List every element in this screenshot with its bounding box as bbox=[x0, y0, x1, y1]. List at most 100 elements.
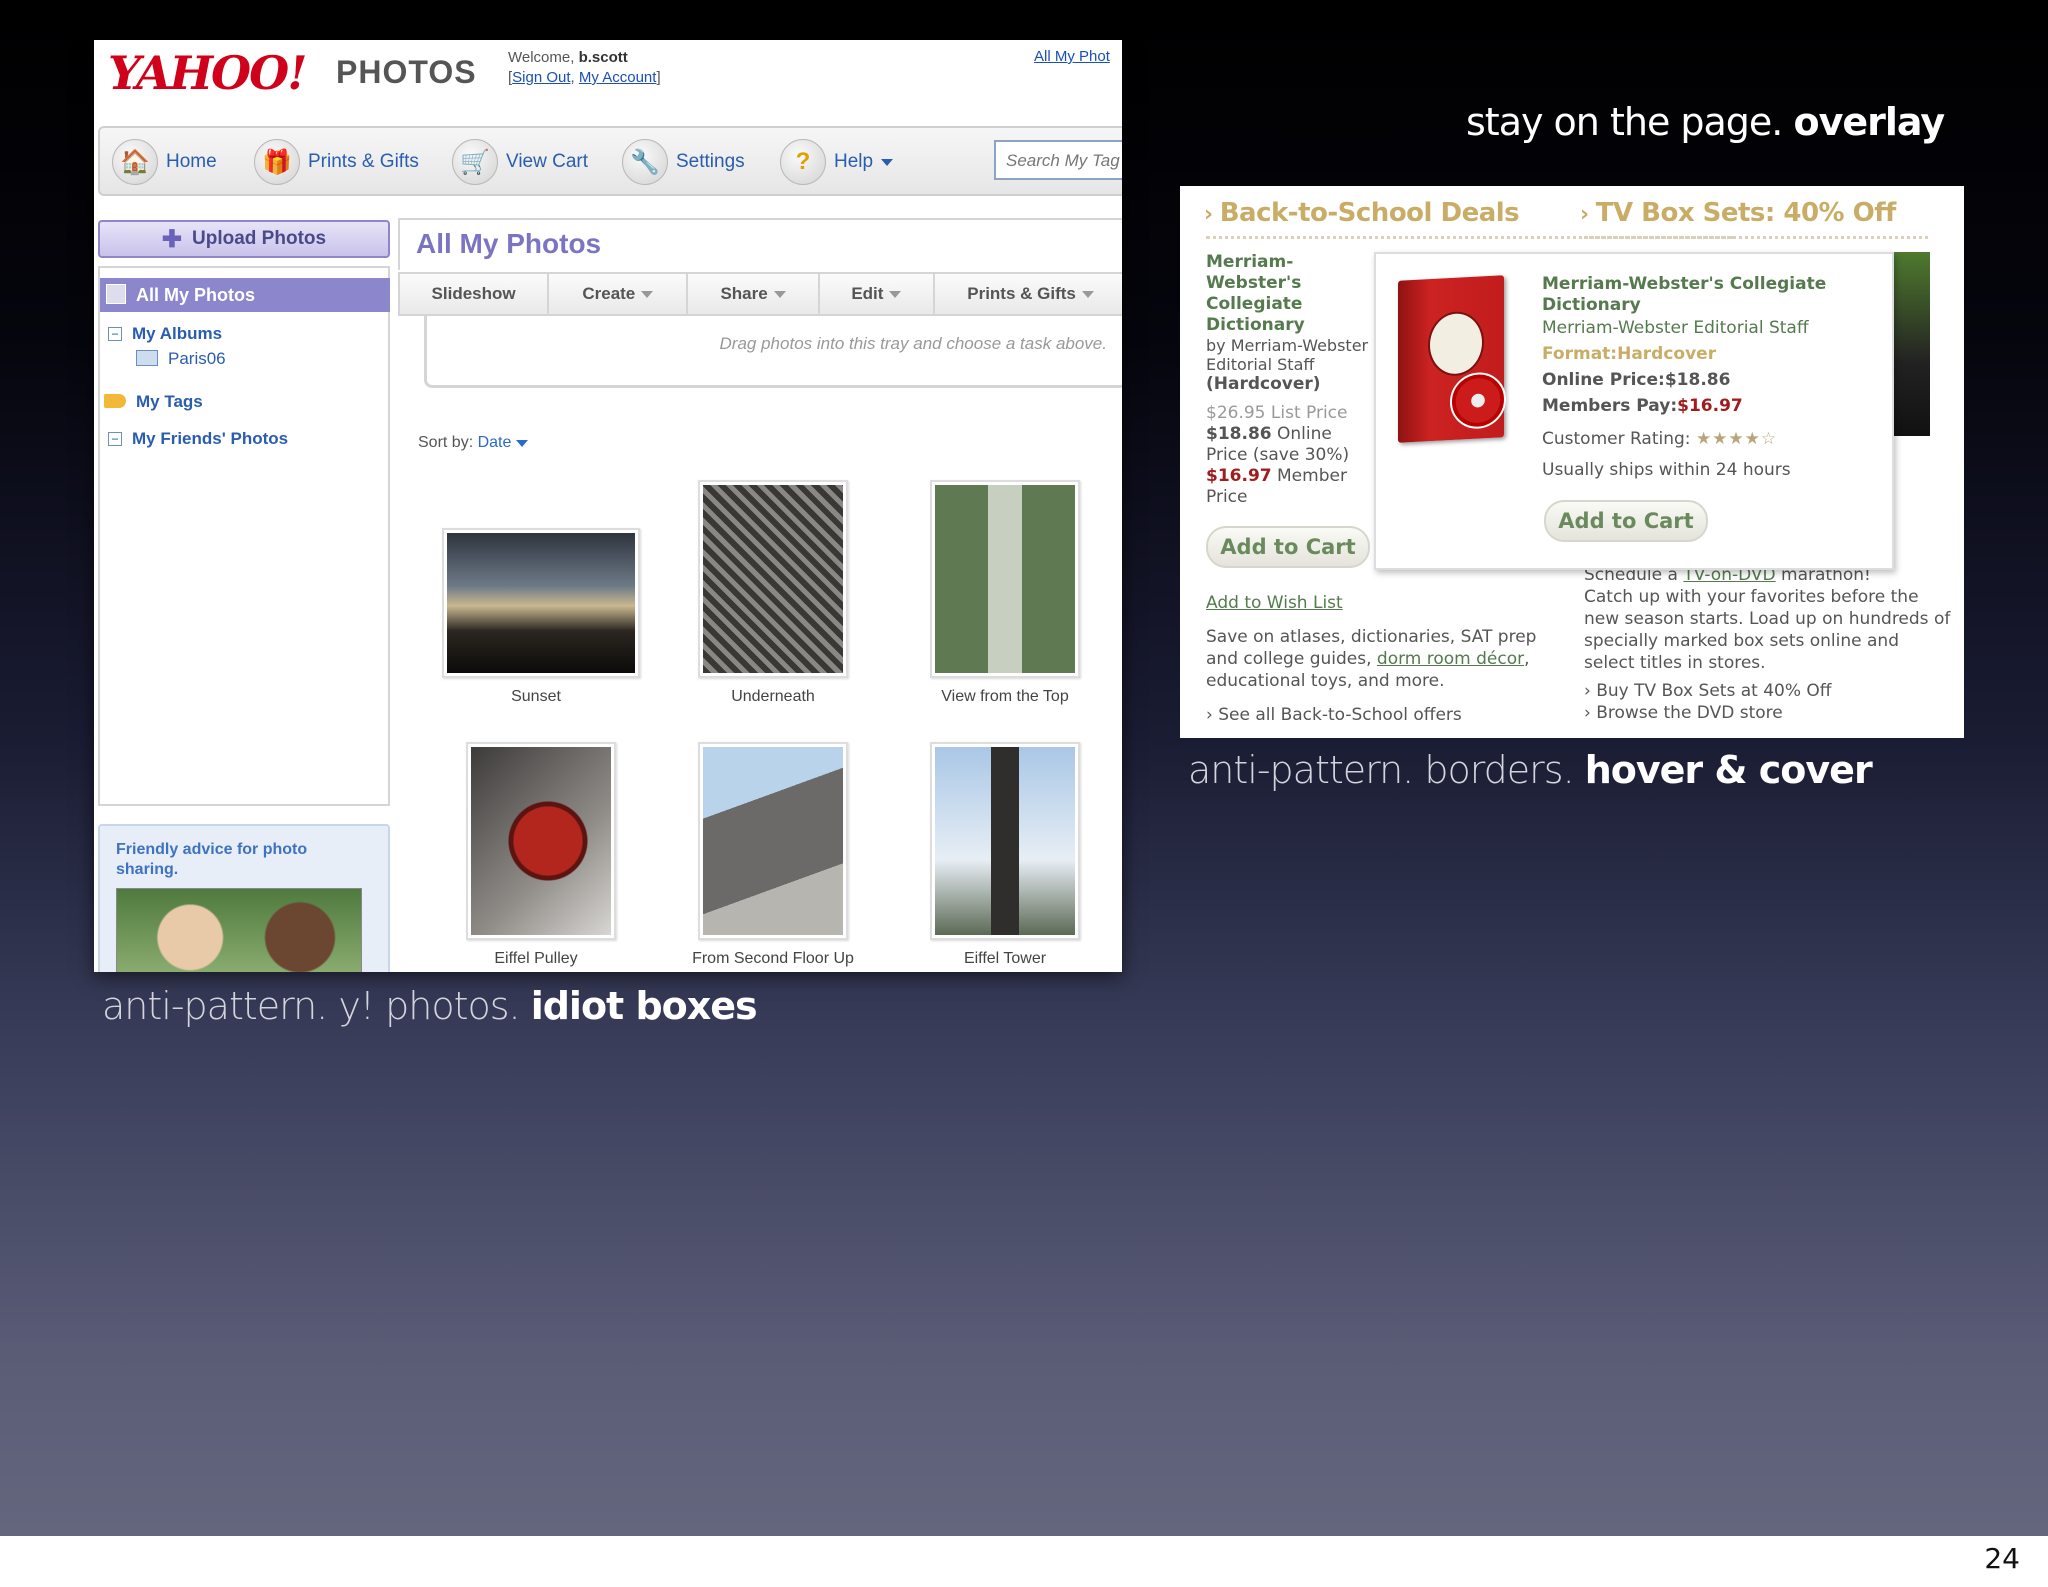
sidebar-item-paris06[interactable]: Paris06 bbox=[136, 349, 226, 369]
chevron-down-icon bbox=[881, 158, 894, 166]
advice-box: Friendly advice for photo sharing. bbox=[98, 824, 390, 972]
welcome-block: Welcome, b.scott [Sign Out, My Account] bbox=[508, 49, 661, 86]
nav-help-label: Help bbox=[834, 151, 874, 172]
tv-box-sets-body: Catch up with your favorites before the … bbox=[1584, 587, 1951, 673]
chevron-down-icon bbox=[641, 290, 654, 298]
photo-thumbnail[interactable] bbox=[930, 480, 1080, 678]
username: b.scott bbox=[578, 49, 628, 66]
sidebar: All My Photos − My Albums Paris06 My Tags… bbox=[98, 266, 390, 806]
page-title: All My Photos bbox=[416, 228, 602, 259]
popup-title[interactable]: Merriam-Webster's Collegiate Dictionary bbox=[1542, 274, 1892, 316]
deal-heading-label: TV Box Sets: 40% Off bbox=[1595, 198, 1897, 228]
advice-text[interactable]: Friendly advice for photo sharing. bbox=[116, 840, 356, 880]
popup-online-price: Online Price:$18.86 bbox=[1542, 370, 1731, 390]
welcome-text: Welcome, bbox=[508, 49, 575, 66]
rating-label: Customer Rating: bbox=[1542, 429, 1691, 449]
product-title[interactable]: Merriam-Webster's Collegiate Dictionary bbox=[1206, 252, 1376, 336]
caption-prefix: stay on the page. bbox=[1466, 100, 1794, 144]
tab-create[interactable]: Create bbox=[549, 274, 689, 314]
chevron-down-icon bbox=[889, 290, 902, 298]
add-to-wish-list-link[interactable]: Add to Wish List bbox=[1206, 592, 1343, 614]
my-account-link[interactable]: My Account bbox=[579, 69, 657, 86]
divider bbox=[1584, 236, 1928, 239]
nav-view-cart[interactable]: 🛒 View Cart bbox=[452, 138, 588, 186]
tab-slideshow[interactable]: Slideshow bbox=[400, 274, 550, 314]
advice-photo bbox=[116, 888, 362, 972]
add-to-cart-button[interactable]: Add to Cart bbox=[1206, 526, 1370, 568]
popup-shipping: Usually ships within 24 hours bbox=[1542, 460, 1791, 480]
caption-hover-cover: anti-pattern. borders. hover & cover bbox=[1188, 748, 1873, 792]
photo-caption: Sunset bbox=[511, 688, 561, 705]
product-author: by Merriam-Webster Editorial Staff bbox=[1206, 336, 1369, 374]
sidebar-item-label: Paris06 bbox=[168, 349, 226, 368]
nav-settings[interactable]: 🔧 Settings bbox=[622, 138, 745, 186]
sign-out-link[interactable]: Sign Out bbox=[512, 69, 570, 86]
deal-heading-tv-box-sets[interactable]: › TV Box Sets: 40% Off bbox=[1580, 198, 1896, 228]
tab-prints-gifts[interactable]: Prints & Gifts bbox=[935, 274, 1122, 314]
photo-view-from-top bbox=[935, 485, 1075, 673]
book-label bbox=[1428, 310, 1484, 378]
photo-thumbnail[interactable] bbox=[442, 528, 640, 678]
popup-rating-line: Customer Rating: ★★★★☆ bbox=[1542, 429, 1892, 450]
see-all-offers-link[interactable]: › See all Back-to-School offers bbox=[1206, 704, 1462, 726]
deal-heading-back-to-school[interactable]: › Back-to-School Deals bbox=[1204, 198, 1520, 228]
tab-edit[interactable]: Edit bbox=[820, 274, 936, 314]
nav-help[interactable]: ? Help bbox=[780, 138, 894, 186]
sort-value[interactable]: Date bbox=[478, 434, 512, 451]
photo-tray[interactable]: Drag photos into this tray and choose a … bbox=[424, 316, 1122, 388]
search-input[interactable]: Search My Tag bbox=[994, 140, 1122, 180]
caption-emphasis: overlay bbox=[1793, 100, 1945, 144]
sort-control[interactable]: Sort by: Date bbox=[418, 434, 528, 452]
sidebar-item-label: My Albums bbox=[132, 324, 223, 343]
photo-thumbnail[interactable] bbox=[930, 742, 1080, 940]
nav-home-label: Home bbox=[166, 151, 217, 172]
popup-add-to-cart-button[interactable]: Add to Cart bbox=[1544, 500, 1708, 542]
page-number: 24 bbox=[1984, 1542, 2020, 1575]
tab-label: Prints & Gifts bbox=[967, 284, 1076, 303]
tab-share[interactable]: Share bbox=[688, 274, 820, 314]
cd-icon bbox=[1450, 371, 1506, 431]
sidebar-item-label: My Tags bbox=[136, 392, 203, 411]
dorm-room-link[interactable]: dorm room décor bbox=[1377, 649, 1524, 669]
photo-eiffel-pulley bbox=[471, 747, 611, 935]
caption-prefix: anti-pattern. y! photos. bbox=[102, 984, 531, 1028]
collapse-icon[interactable]: − bbox=[108, 432, 122, 446]
chevron-down-icon bbox=[515, 440, 528, 447]
tab-label: Edit bbox=[851, 284, 884, 303]
member-price-line: $16.97 Member Price bbox=[1206, 466, 1376, 508]
wrench-icon: 🔧 bbox=[622, 139, 668, 185]
caption-emphasis: idiot boxes bbox=[530, 984, 758, 1028]
gift-icon: 🎁 bbox=[254, 139, 300, 185]
nav-home[interactable]: 🏠 Home bbox=[112, 138, 217, 186]
sidebar-item-my-albums[interactable]: − My Albums bbox=[108, 324, 222, 344]
hover-overlay-popup: Merriam-Webster's Collegiate Dictionary … bbox=[1374, 252, 1894, 570]
photo-thumbnail[interactable] bbox=[466, 742, 616, 940]
sidebar-item-my-tags[interactable]: My Tags bbox=[104, 392, 203, 412]
photo-thumbnail[interactable] bbox=[698, 480, 848, 678]
all-my-photos-link[interactable]: All My Phot bbox=[1034, 48, 1110, 65]
list-price: $26.95 List Price bbox=[1206, 403, 1348, 423]
product-format: (Hardcover) bbox=[1206, 374, 1321, 394]
online-price-line: $18.86 Online Price (save 30%) bbox=[1206, 424, 1376, 466]
caption-prefix: anti-pattern. borders. bbox=[1188, 748, 1585, 792]
popup-details: Merriam-Webster's Collegiate Dictionary … bbox=[1542, 274, 1892, 481]
sidebar-item-my-friends-photos[interactable]: − My Friends' Photos bbox=[108, 429, 288, 449]
sidebar-item-label: My Friends' Photos bbox=[132, 429, 289, 448]
sidebar-item-all-my-photos[interactable]: All My Photos bbox=[100, 278, 390, 312]
upload-photos-button[interactable]: ✚ Upload Photos bbox=[98, 220, 390, 258]
photo-thumbnail[interactable] bbox=[698, 742, 848, 940]
tab-label: Slideshow bbox=[431, 284, 516, 303]
photo-caption: Underneath bbox=[731, 688, 815, 705]
add-to-cart-label: Add to Cart bbox=[1558, 509, 1694, 533]
photo-eiffel-tower bbox=[935, 747, 1075, 935]
nav-prints-gifts[interactable]: 🎁 Prints & Gifts bbox=[254, 138, 419, 186]
buy-tv-box-sets-link[interactable]: › Buy TV Box Sets at 40% Off bbox=[1584, 680, 1954, 702]
caption-idiot-boxes: anti-pattern. y! photos. idiot boxes bbox=[102, 984, 758, 1028]
collapse-icon[interactable]: − bbox=[108, 327, 122, 341]
upload-photos-label: Upload Photos bbox=[192, 228, 327, 249]
dictionary-cover-image bbox=[1398, 275, 1506, 443]
browse-dvd-store-link[interactable]: › Browse the DVD store bbox=[1584, 702, 1954, 724]
cart-icon: 🛒 bbox=[452, 139, 498, 185]
product-summary: Merriam-Webster's Collegiate Dictionary … bbox=[1206, 252, 1376, 508]
caption-overlay: stay on the page. overlay bbox=[1466, 100, 1945, 144]
